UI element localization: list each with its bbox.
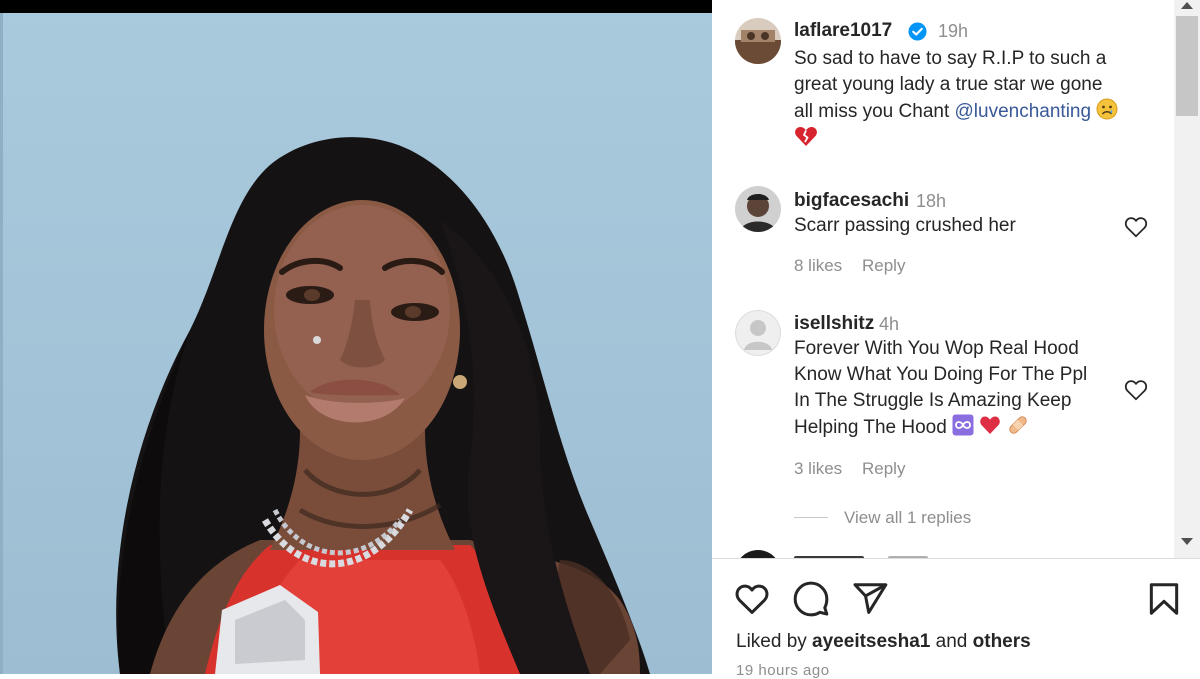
next-comment-avatar-partial bbox=[735, 550, 781, 558]
liked-by-user[interactable]: ayeeitsesha1 bbox=[812, 631, 930, 652]
author-username[interactable]: laflare1017 bbox=[794, 20, 892, 42]
mention-link[interactable]: @luvenchanting bbox=[955, 101, 1092, 122]
infinity-emoji-icon bbox=[952, 414, 974, 436]
liked-by-prefix: Liked by bbox=[736, 631, 813, 652]
scrollbar-thumb[interactable] bbox=[1176, 16, 1198, 116]
red-heart-emoji-icon bbox=[980, 416, 1001, 434]
caption-line-4 bbox=[794, 125, 1154, 152]
comment-line-1: Forever With You Wop Real Hood bbox=[794, 338, 1079, 359]
post-side-panel: laflare1017 19h So sad to have to say R.… bbox=[712, 0, 1200, 674]
send-icon[interactable] bbox=[851, 580, 889, 618]
heart-icon[interactable] bbox=[733, 580, 771, 618]
caption-line-3: all miss you Chant @luvenchanting bbox=[794, 98, 1154, 125]
liked-by-text: Liked by ayeeitsesha1 and others bbox=[736, 631, 1031, 653]
bookmark-icon[interactable] bbox=[1145, 580, 1183, 618]
comment-line-2: Know What You Doing For The Ppl bbox=[794, 364, 1088, 385]
comment-text: Scarr passing crushed her bbox=[794, 215, 1016, 236]
comment-likes[interactable]: 3 likes bbox=[794, 459, 842, 479]
comment-username[interactable]: bigfacesachi bbox=[794, 190, 909, 212]
liked-by-mid: and bbox=[930, 631, 973, 652]
comments-list[interactable]: laflare1017 19h So sad to have to say R.… bbox=[712, 0, 1174, 558]
comment-line-4-text: Helping The Hood bbox=[794, 417, 947, 438]
caption-text: So sad to have to say R.I.P to such a gr… bbox=[794, 46, 1154, 152]
broken-heart-emoji-icon bbox=[795, 127, 817, 146]
comment-time: 4h bbox=[879, 314, 900, 334]
comment-icon[interactable] bbox=[792, 580, 830, 618]
comment-line-3: In The Struggle Is Amazing Keep bbox=[794, 390, 1072, 411]
comment-likes[interactable]: 8 likes bbox=[794, 256, 842, 276]
commenter-avatar-default[interactable] bbox=[735, 310, 781, 356]
author-avatar[interactable] bbox=[735, 18, 781, 64]
scroll-up-arrow-icon[interactable] bbox=[1181, 2, 1193, 9]
comment-username[interactable]: isellshitz bbox=[794, 313, 874, 335]
caption-line-2: great young lady a true star we gone bbox=[794, 74, 1103, 95]
caption-line-3-text: all miss you Chant bbox=[794, 101, 955, 122]
comment-time: 18h bbox=[916, 191, 947, 211]
verified-badge-icon bbox=[908, 22, 927, 41]
comment-heart-icon[interactable] bbox=[1123, 214, 1149, 240]
liked-by-others[interactable]: others bbox=[973, 631, 1031, 652]
comment-line-4: Helping The Hood bbox=[794, 414, 1124, 441]
post-timestamp: 19 hours ago bbox=[736, 662, 830, 679]
reply-button[interactable]: Reply bbox=[862, 256, 905, 276]
sad-face-emoji-icon bbox=[1096, 98, 1118, 120]
scroll-down-arrow-icon[interactable] bbox=[1181, 538, 1193, 545]
bandage-emoji-icon bbox=[1008, 416, 1027, 434]
view-replies-line bbox=[794, 517, 828, 518]
view-replies-button[interactable]: View all 1 replies bbox=[844, 508, 971, 528]
reply-button[interactable]: Reply bbox=[862, 459, 905, 479]
caption-time: 19h bbox=[938, 21, 969, 41]
comment-text: Forever With You Wop Real Hood Know What… bbox=[794, 336, 1124, 441]
caption-line-1: So sad to have to say R.I.P to such a bbox=[794, 48, 1107, 69]
commenter-avatar[interactable] bbox=[735, 186, 781, 232]
actions-divider bbox=[712, 558, 1200, 559]
comment-heart-icon[interactable] bbox=[1123, 377, 1149, 403]
post-photo[interactable] bbox=[0, 0, 712, 674]
portrait-illustration bbox=[116, 137, 650, 674]
